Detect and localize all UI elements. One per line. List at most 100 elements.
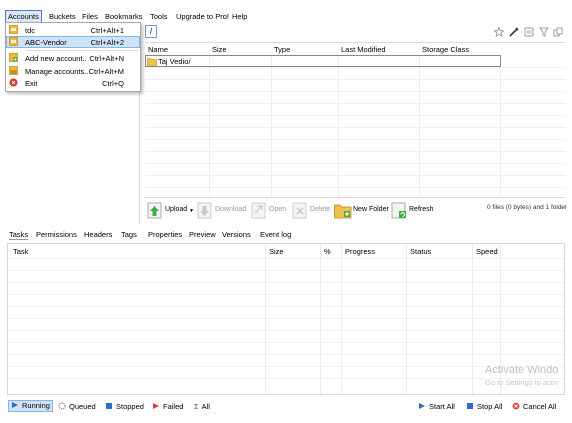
menu-item-shortcut: Ctrl+Alt+N	[89, 54, 124, 63]
column-last-modified[interactable]: Last Modified	[341, 45, 386, 54]
filter-queued-label: Queued	[69, 402, 96, 411]
bookmark-star-icon[interactable]	[494, 27, 504, 37]
row-divider	[8, 282, 564, 283]
start-all-icon	[419, 403, 425, 409]
filter-all[interactable]: Σ All	[194, 402, 210, 411]
properties-icon[interactable]	[524, 27, 534, 37]
column-progress[interactable]: Progress	[345, 247, 375, 256]
upload-label: Upload	[165, 206, 188, 213]
menu-item-manage-accounts[interactable]: Manage accounts.. Ctrl+Alt+M	[6, 65, 140, 77]
open-label: Open	[269, 206, 287, 213]
row-divider	[145, 139, 565, 140]
tab-preview[interactable]: Preview	[189, 230, 216, 239]
account-icon	[9, 37, 18, 46]
account-icon	[9, 25, 18, 34]
tab-permissions[interactable]: Permissions	[36, 230, 77, 239]
filter-all-label: All	[201, 402, 210, 411]
start-all-button[interactable]: Start All	[418, 402, 455, 411]
filter-running[interactable]: Running	[8, 400, 53, 412]
add-account-icon	[9, 53, 18, 62]
row-divider	[8, 270, 564, 271]
column-size[interactable]: Size	[269, 247, 284, 256]
filter-queued[interactable]: Queued	[58, 402, 96, 411]
exit-icon	[9, 78, 18, 87]
column-storage-class[interactable]: Storage Class	[422, 45, 469, 54]
path-input[interactable]: /	[145, 25, 157, 38]
sigma-icon: Σ	[194, 402, 199, 411]
menu-item-tdc[interactable]: tdc Ctrl+Alt+1	[6, 24, 140, 36]
column-status[interactable]: Status	[410, 247, 431, 256]
menu-files[interactable]: Files	[81, 12, 99, 21]
table-row[interactable]: Taj Vedio/	[145, 55, 501, 67]
menu-separator	[26, 50, 138, 51]
row-divider	[8, 330, 564, 331]
row-divider	[8, 306, 564, 307]
menu-item-abc-vendor[interactable]: ABC-Vendor Ctrl+Alt+2	[6, 36, 140, 48]
column-divider	[472, 244, 473, 394]
download-icon	[197, 202, 212, 219]
stop-all-icon	[467, 403, 473, 409]
delete-icon	[292, 202, 307, 219]
manage-accounts-icon	[9, 66, 18, 75]
column-divider	[320, 244, 321, 394]
filter-icon[interactable]	[539, 27, 549, 37]
menu-item-label: tdc	[25, 26, 36, 35]
menu-item-add-account[interactable]: Add new account.. Ctrl+Alt+N	[6, 52, 140, 64]
menu-bookmarks[interactable]: Bookmarks	[104, 12, 144, 21]
delete-button[interactable]: Delete	[292, 200, 332, 220]
new-folder-icon	[334, 204, 352, 219]
menu-tools[interactable]: Tools	[149, 12, 169, 21]
menu-help[interactable]: Help	[231, 12, 248, 21]
column-task[interactable]: Task	[13, 247, 28, 256]
queued-spinner-icon	[58, 402, 66, 410]
row-divider	[8, 342, 564, 343]
activation-watermark-title: Activate Windo	[485, 364, 559, 376]
column-name[interactable]: Name	[148, 45, 168, 54]
filter-stopped[interactable]: Stopped	[105, 402, 144, 411]
start-all-label: Start All	[429, 402, 455, 411]
tab-event-log[interactable]: Event log	[260, 230, 291, 239]
stop-square-icon	[106, 403, 112, 409]
menu-item-label: ABC-Vendor	[25, 38, 67, 47]
row-divider	[145, 67, 565, 68]
transfer-list[interactable]: Task Size % Progress Status Speed	[7, 243, 565, 395]
column-type[interactable]: Type	[274, 45, 290, 54]
new-folder-button[interactable]: New Folder	[334, 200, 390, 220]
column-percent[interactable]: %	[324, 247, 331, 256]
column-size[interactable]: Size	[212, 45, 227, 54]
refresh-label: Refresh	[409, 206, 434, 213]
filter-running-label: Running	[22, 401, 50, 410]
file-list[interactable]: Name Size Type Last Modified Storage Cla…	[145, 42, 565, 199]
upload-button[interactable]: Upload ▼	[147, 200, 195, 220]
failed-flag-icon	[153, 403, 159, 409]
column-divider	[265, 244, 266, 394]
cancel-all-label: Cancel All	[523, 402, 557, 411]
download-button[interactable]: Download	[197, 200, 247, 220]
menu-upgrade[interactable]: Upgrade to Pro!	[175, 12, 230, 21]
status-bar: Running Queued Stopped Failed Σ All Start…	[0, 398, 572, 423]
column-speed[interactable]: Speed	[476, 247, 498, 256]
refresh-button[interactable]: Refresh	[391, 200, 434, 220]
row-divider	[145, 163, 565, 164]
cancel-all-button[interactable]: Cancel All	[512, 402, 556, 411]
row-divider	[8, 366, 564, 367]
activation-watermark-subtitle: Go to Settings to activ	[485, 378, 559, 387]
row-divider	[8, 258, 564, 259]
filter-failed[interactable]: Failed	[152, 402, 183, 411]
edit-pen-icon[interactable]	[509, 27, 519, 37]
tab-tasks[interactable]: Tasks	[9, 230, 29, 240]
stop-all-button[interactable]: Stop All	[466, 402, 502, 411]
tab-versions[interactable]: Versions	[222, 230, 251, 239]
menu-item-shortcut: Ctrl+Alt+2	[90, 38, 124, 47]
tab-properties[interactable]: Properties	[148, 230, 182, 239]
open-button[interactable]: Open	[251, 200, 289, 220]
upload-dropdown-arrow-icon[interactable]: ▼	[189, 208, 194, 214]
row-divider	[145, 151, 565, 152]
tab-tags[interactable]: Tags	[121, 230, 137, 239]
menu-buckets[interactable]: Buckets	[48, 12, 77, 21]
menu-item-exit[interactable]: Exit Ctrl+Q	[6, 77, 140, 89]
row-divider	[145, 175, 565, 176]
row-divider	[145, 79, 565, 80]
tab-headers[interactable]: Headers	[84, 230, 112, 239]
copy-icon[interactable]	[553, 27, 563, 37]
